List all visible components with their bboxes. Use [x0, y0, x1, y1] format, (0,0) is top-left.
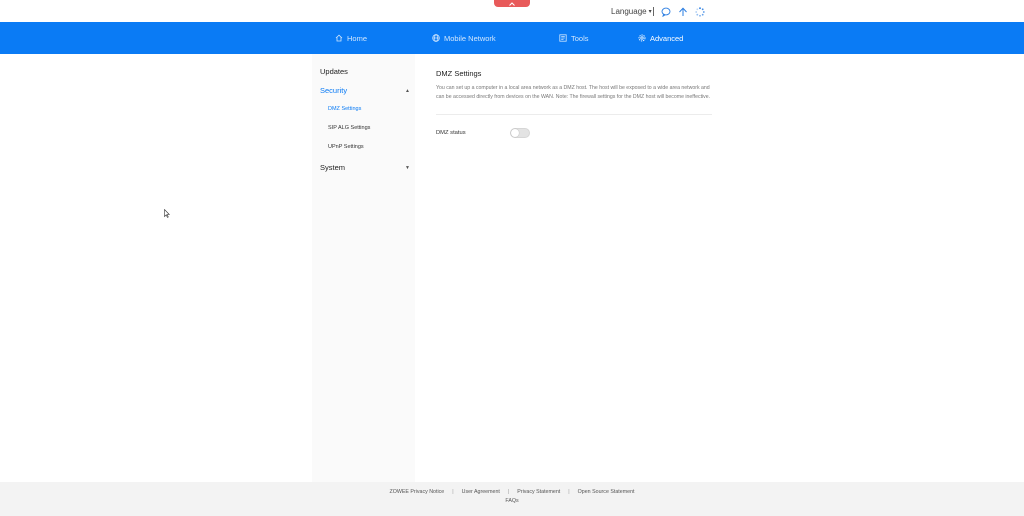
sidebar-item-sip-alg-settings[interactable]: SIP ALG Settings — [328, 125, 418, 131]
update-arrow-icon[interactable] — [678, 7, 688, 17]
page-description: You can set up a computer in a local are… — [436, 85, 711, 100]
topbar-divider — [653, 7, 654, 16]
sidebar-item-label: SIP ALG Settings — [328, 125, 371, 131]
loading-spinner-icon[interactable] — [695, 7, 705, 17]
sidebar-item-label: Updates — [320, 67, 348, 76]
gear-icon — [638, 34, 646, 42]
sidebar-item-upnp-settings[interactable]: UPnP Settings — [328, 144, 418, 150]
nav-advanced-label: Advanced — [650, 33, 684, 43]
nav-tools-label: Tools — [571, 33, 589, 43]
sidebar-item-label: System — [320, 163, 346, 172]
nav-home-label: Home — [347, 33, 368, 43]
caret-up-icon: ▲ — [405, 87, 410, 94]
top-bar: Language ▾ — [0, 0, 1024, 22]
dmz-status-toggle[interactable] — [510, 128, 530, 138]
sidebar-item-security[interactable]: Security ▲ — [320, 86, 410, 95]
footer-link-faqs[interactable]: FAQs — [0, 498, 1024, 504]
sidebar-item-dmz-settings[interactable]: DMZ Settings — [328, 106, 418, 112]
main-nav: Home Mobile Network Tools Advanced — [0, 22, 1024, 54]
page-title: DMZ Settings — [436, 69, 482, 78]
sidebar-item-updates[interactable]: Updates — [320, 67, 410, 76]
sidebar-item-label: DMZ Settings — [328, 106, 362, 112]
sidebar-item-label: Security — [320, 86, 348, 95]
globe-icon — [432, 34, 440, 42]
section-divider — [436, 114, 712, 115]
sidebar-item-label: UPnP Settings — [328, 144, 364, 150]
caret-down-icon: ▼ — [405, 164, 410, 171]
footer-separator: | — [507, 489, 510, 495]
footer-link-privacy-notice[interactable]: ZOWEE Privacy Notice — [389, 489, 444, 495]
footer-link-user-agreement[interactable]: User Agreement — [462, 489, 500, 495]
nav-tools[interactable]: Tools — [559, 22, 589, 54]
nav-mobile-network-label: Mobile Network — [444, 33, 496, 43]
tools-icon — [559, 34, 567, 42]
footer-separator: | — [452, 489, 454, 495]
messages-icon[interactable] — [661, 7, 671, 17]
footer-separator: | — [568, 489, 570, 495]
sidebar-item-system[interactable]: System ▼ — [320, 163, 410, 172]
main-content: DMZ Settings You can set up a computer i… — [436, 66, 712, 101]
footer-links: ZOWEE Privacy Notice | User Agreement | … — [0, 489, 1024, 495]
toggle-knob — [511, 129, 519, 137]
language-selector[interactable]: Language ▾ — [611, 7, 652, 16]
page: Language ▾ Home Mobile Network Tools Adv… — [0, 0, 1024, 516]
footer: ZOWEE Privacy Notice | User Agreement | … — [0, 482, 1024, 516]
nav-mobile-network[interactable]: Mobile Network — [432, 22, 496, 54]
language-label: Language — [611, 7, 647, 16]
mouse-cursor-icon — [164, 205, 171, 223]
footer-link-privacy-statement[interactable]: Privacy Statement — [517, 489, 560, 495]
dmz-status-label: DMZ status — [436, 130, 466, 136]
caret-down-icon: ▾ — [648, 9, 652, 15]
sidebar: Updates Security ▲ DMZ Settings SIP ALG … — [312, 54, 415, 482]
nav-advanced[interactable]: Advanced — [638, 22, 683, 54]
footer-link-open-source[interactable]: Open Source Statement — [578, 489, 635, 495]
nav-home[interactable]: Home — [335, 22, 367, 54]
home-icon — [335, 34, 343, 42]
